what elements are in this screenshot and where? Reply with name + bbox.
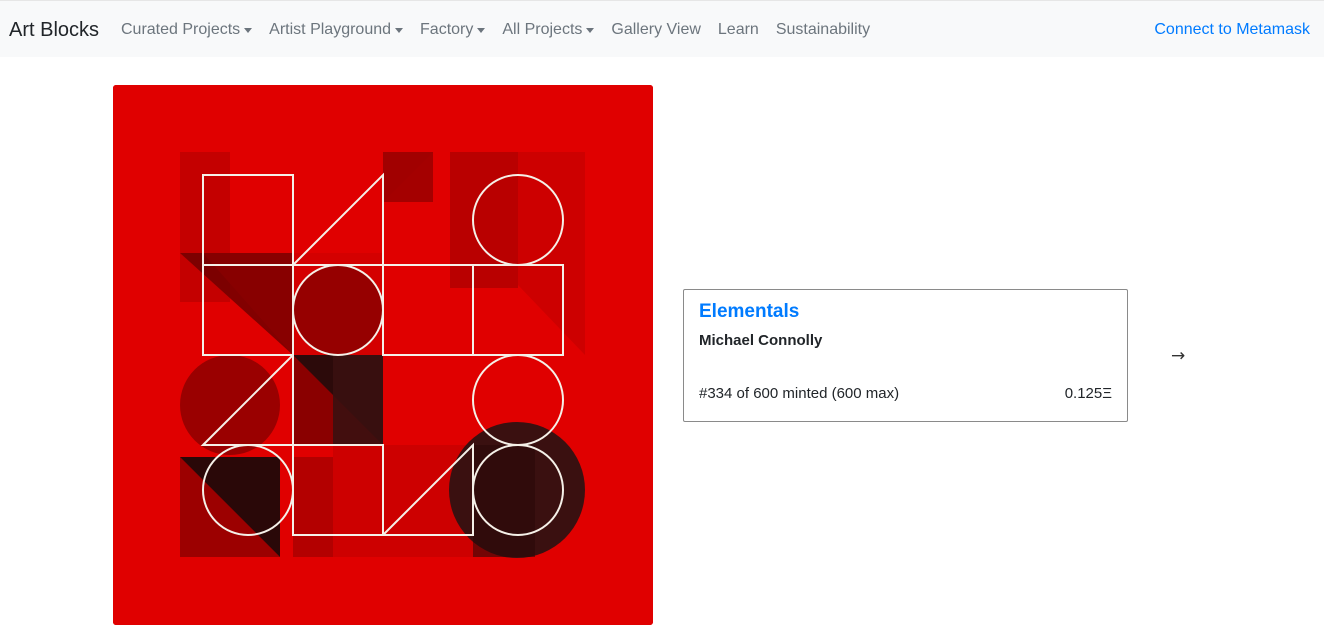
brand-logo[interactable]: Art Blocks bbox=[9, 18, 99, 42]
nav-item-label: Factory bbox=[420, 21, 474, 38]
project-info-card: Elementals Michael Connolly #334 of 600 … bbox=[683, 289, 1128, 422]
nav-curated-projects[interactable]: Curated Projects bbox=[121, 20, 253, 40]
caret-down-icon bbox=[244, 28, 253, 33]
artist-name: Michael Connolly bbox=[699, 332, 823, 349]
nav-learn[interactable]: Learn bbox=[718, 20, 759, 40]
nav-menu: Curated Projects Artist Playground Facto… bbox=[121, 20, 887, 40]
caret-down-icon bbox=[586, 28, 595, 33]
artwork-graphic bbox=[113, 85, 653, 625]
price: 0.125Ξ bbox=[1064, 385, 1112, 402]
nav-item-label: Sustainability bbox=[775, 21, 871, 38]
caret-down-icon bbox=[395, 28, 404, 33]
nav-item-label: Curated Projects bbox=[121, 21, 241, 38]
nav-item-label: All Projects bbox=[502, 21, 583, 38]
next-arrow-icon[interactable]: → bbox=[1171, 345, 1185, 367]
caret-down-icon bbox=[477, 28, 486, 33]
nav-gallery-view[interactable]: Gallery View bbox=[611, 20, 701, 40]
connect-metamask-button[interactable]: Connect to Metamask bbox=[1154, 20, 1310, 40]
navbar: Art Blocks Curated Projects Artist Playg… bbox=[0, 0, 1324, 57]
nav-item-label: Learn bbox=[717, 21, 759, 38]
nav-sustainability[interactable]: Sustainability bbox=[776, 20, 870, 40]
project-title-link[interactable]: Elementals bbox=[699, 301, 799, 323]
minted-count: #334 of 600 minted (600 max) bbox=[699, 385, 900, 402]
nav-item-label: Gallery View bbox=[611, 21, 701, 38]
nav-artist-playground[interactable]: Artist Playground bbox=[269, 20, 404, 40]
nav-factory[interactable]: Factory bbox=[420, 20, 486, 40]
nav-all-projects[interactable]: All Projects bbox=[502, 20, 595, 40]
artwork-image[interactable] bbox=[113, 85, 653, 625]
nav-item-label: Artist Playground bbox=[269, 21, 392, 38]
